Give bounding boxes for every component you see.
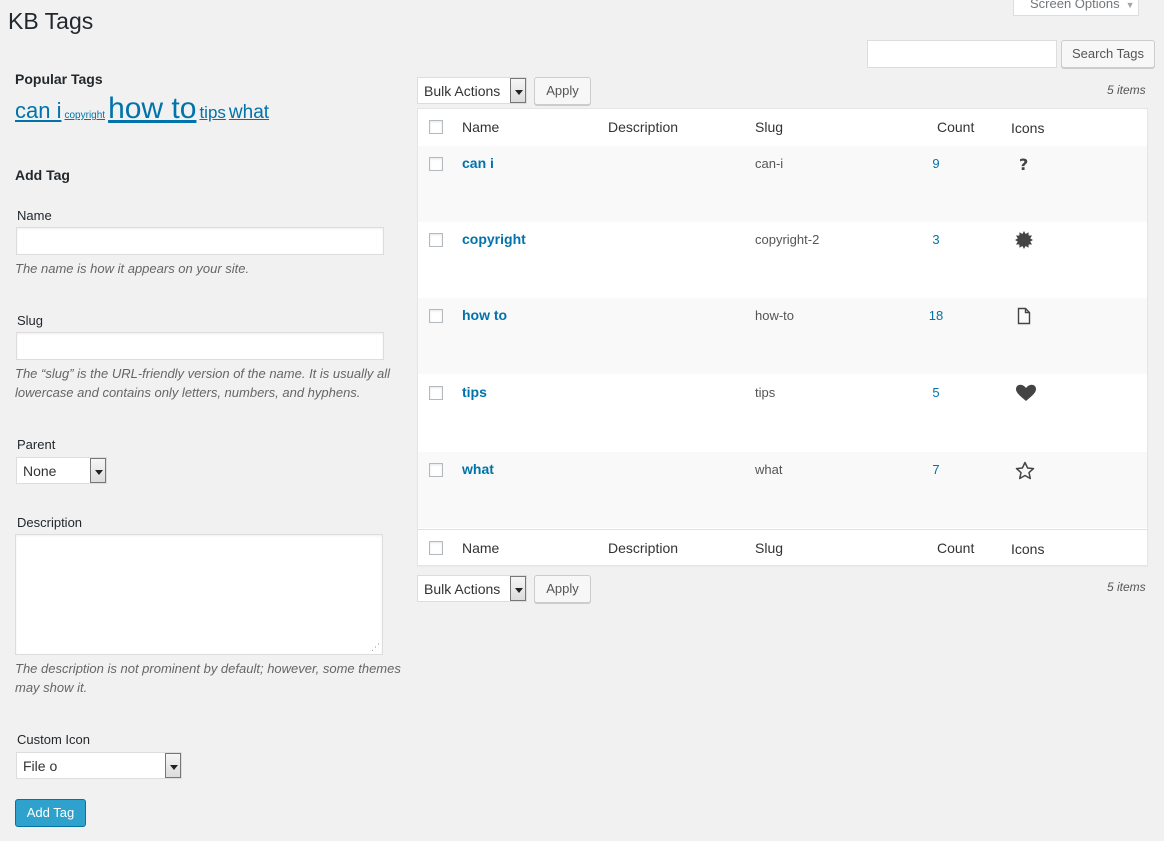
caret-down-icon: ▼ (1125, 0, 1135, 10)
tag-slug: copyright-2 (755, 232, 820, 247)
tag-name-link[interactable]: how to (462, 307, 507, 323)
table-row: how to how-to 18 (418, 298, 1147, 374)
tag-count-link[interactable]: 7 (908, 462, 964, 477)
tag-cloud-link[interactable]: what (229, 102, 269, 123)
search-input[interactable] (867, 40, 1057, 68)
column-description-footer[interactable]: Description (608, 540, 678, 556)
column-slug-footer[interactable]: Slug (755, 540, 783, 556)
screen-options-label: Screen Options (1030, 0, 1120, 11)
apply-button-top[interactable]: Apply (534, 77, 591, 105)
parent-label: Parent (17, 437, 56, 452)
column-description[interactable]: Description (608, 119, 678, 135)
custom-icon-select-value: File o (23, 758, 58, 774)
tag-name-link[interactable]: what (462, 461, 494, 477)
column-icons: Icons (1011, 120, 1045, 136)
table-header: Name Description Slug Count Icons (418, 109, 1147, 147)
bulk-actions-label: Bulk Actions (424, 83, 501, 99)
row-checkbox[interactable] (429, 309, 443, 323)
dropdown-arrow-icon (510, 78, 526, 103)
dropdown-arrow-icon (90, 458, 106, 483)
tags-table: Name Description Slug Count Icons can i … (417, 108, 1148, 566)
tag-name-link[interactable]: can i (462, 155, 494, 171)
table-row: copyright copyright-2 3 (418, 222, 1147, 298)
tag-slug: how-to (755, 308, 795, 323)
tag-count-link[interactable]: 3 (908, 232, 964, 247)
items-count-top: 5 items (1107, 83, 1146, 97)
tag-name-link[interactable]: copyright (462, 231, 526, 247)
add-tag-button[interactable]: Add Tag (15, 799, 86, 827)
heart-icon (1015, 384, 1037, 402)
select-all-checkbox-footer[interactable] (429, 541, 443, 555)
dropdown-arrow-icon (510, 576, 526, 601)
row-checkbox[interactable] (429, 233, 443, 247)
svg-text:?: ? (1019, 155, 1028, 173)
tag-slug: can-i (755, 156, 784, 171)
apply-button-bottom[interactable]: Apply (534, 575, 591, 603)
dropdown-arrow-icon (165, 753, 181, 778)
parent-select[interactable]: None (16, 457, 107, 484)
star-outline-icon (1015, 461, 1035, 481)
tag-slug: what (755, 462, 783, 477)
certificate-icon (1015, 231, 1033, 249)
name-hint: The name is how it appears on your site. (15, 261, 250, 276)
tag-cloud: can i copyright how to tips what (15, 92, 395, 126)
table-row: tips tips 5 (418, 375, 1147, 451)
name-label: Name (17, 208, 52, 223)
bulk-actions-select-top[interactable]: Bulk Actions (417, 77, 527, 104)
bulk-actions-label: Bulk Actions (424, 581, 501, 597)
search-tags-button[interactable]: Search Tags (1061, 40, 1155, 68)
tag-count-link[interactable]: 5 (908, 385, 964, 400)
table-row: what what 7 (418, 452, 1147, 528)
tag-count-link[interactable]: 18 (908, 308, 964, 323)
tag-cloud-link[interactable]: can i (15, 98, 61, 123)
tag-cloud-link[interactable]: how to (108, 92, 196, 125)
question-icon: ? (1015, 155, 1033, 174)
parent-select-value: None (23, 463, 57, 479)
column-name[interactable]: Name (462, 119, 499, 135)
slug-hint-line-2: lowercase and contains only letters, num… (15, 385, 361, 400)
bulk-actions-select-bottom[interactable]: Bulk Actions (417, 575, 527, 602)
column-slug[interactable]: Slug (755, 119, 783, 135)
tag-count-link[interactable]: 9 (908, 156, 964, 171)
slug-field[interactable] (16, 332, 384, 360)
slug-hint-line-1: The “slug” is the URL-friendly version o… (15, 366, 390, 381)
tag-cloud-link[interactable]: tips (199, 103, 225, 122)
screen-options-button[interactable]: Screen Options ▼ (1013, 0, 1139, 16)
file-icon (1015, 307, 1033, 325)
custom-icon-select[interactable]: File o (16, 752, 182, 779)
row-checkbox[interactable] (429, 386, 443, 400)
items-count-bottom: 5 items (1107, 580, 1146, 594)
column-name-footer[interactable]: Name (462, 540, 499, 556)
page-title: KB Tags (8, 8, 94, 34)
resize-handle-icon[interactable]: ⋰ (371, 642, 380, 653)
description-hint-line-2: may show it. (15, 680, 88, 695)
column-count-footer[interactable]: Count (937, 540, 974, 556)
description-label: Description (17, 515, 83, 530)
row-checkbox[interactable] (429, 463, 443, 477)
row-checkbox[interactable] (429, 157, 443, 171)
table-footer: Name Description Slug Count Icons (418, 529, 1147, 567)
table-row: can i can-i 9 ? (418, 146, 1147, 222)
tag-slug: tips (755, 385, 776, 400)
column-count[interactable]: Count (937, 119, 974, 135)
select-all-checkbox[interactable] (429, 120, 443, 134)
name-field[interactable] (16, 227, 384, 255)
description-textarea[interactable]: ⋰ (15, 534, 383, 655)
column-icons-footer: Icons (1011, 541, 1045, 557)
tag-cloud-link[interactable]: copyright (64, 110, 105, 121)
description-hint-line-1: The description is not prominent by defa… (15, 661, 401, 676)
popular-tags-heading: Popular Tags (15, 71, 103, 87)
slug-label: Slug (17, 313, 44, 328)
custom-icon-label: Custom Icon (17, 732, 90, 747)
tag-name-link[interactable]: tips (462, 384, 487, 400)
add-tag-heading: Add Tag (15, 167, 70, 183)
